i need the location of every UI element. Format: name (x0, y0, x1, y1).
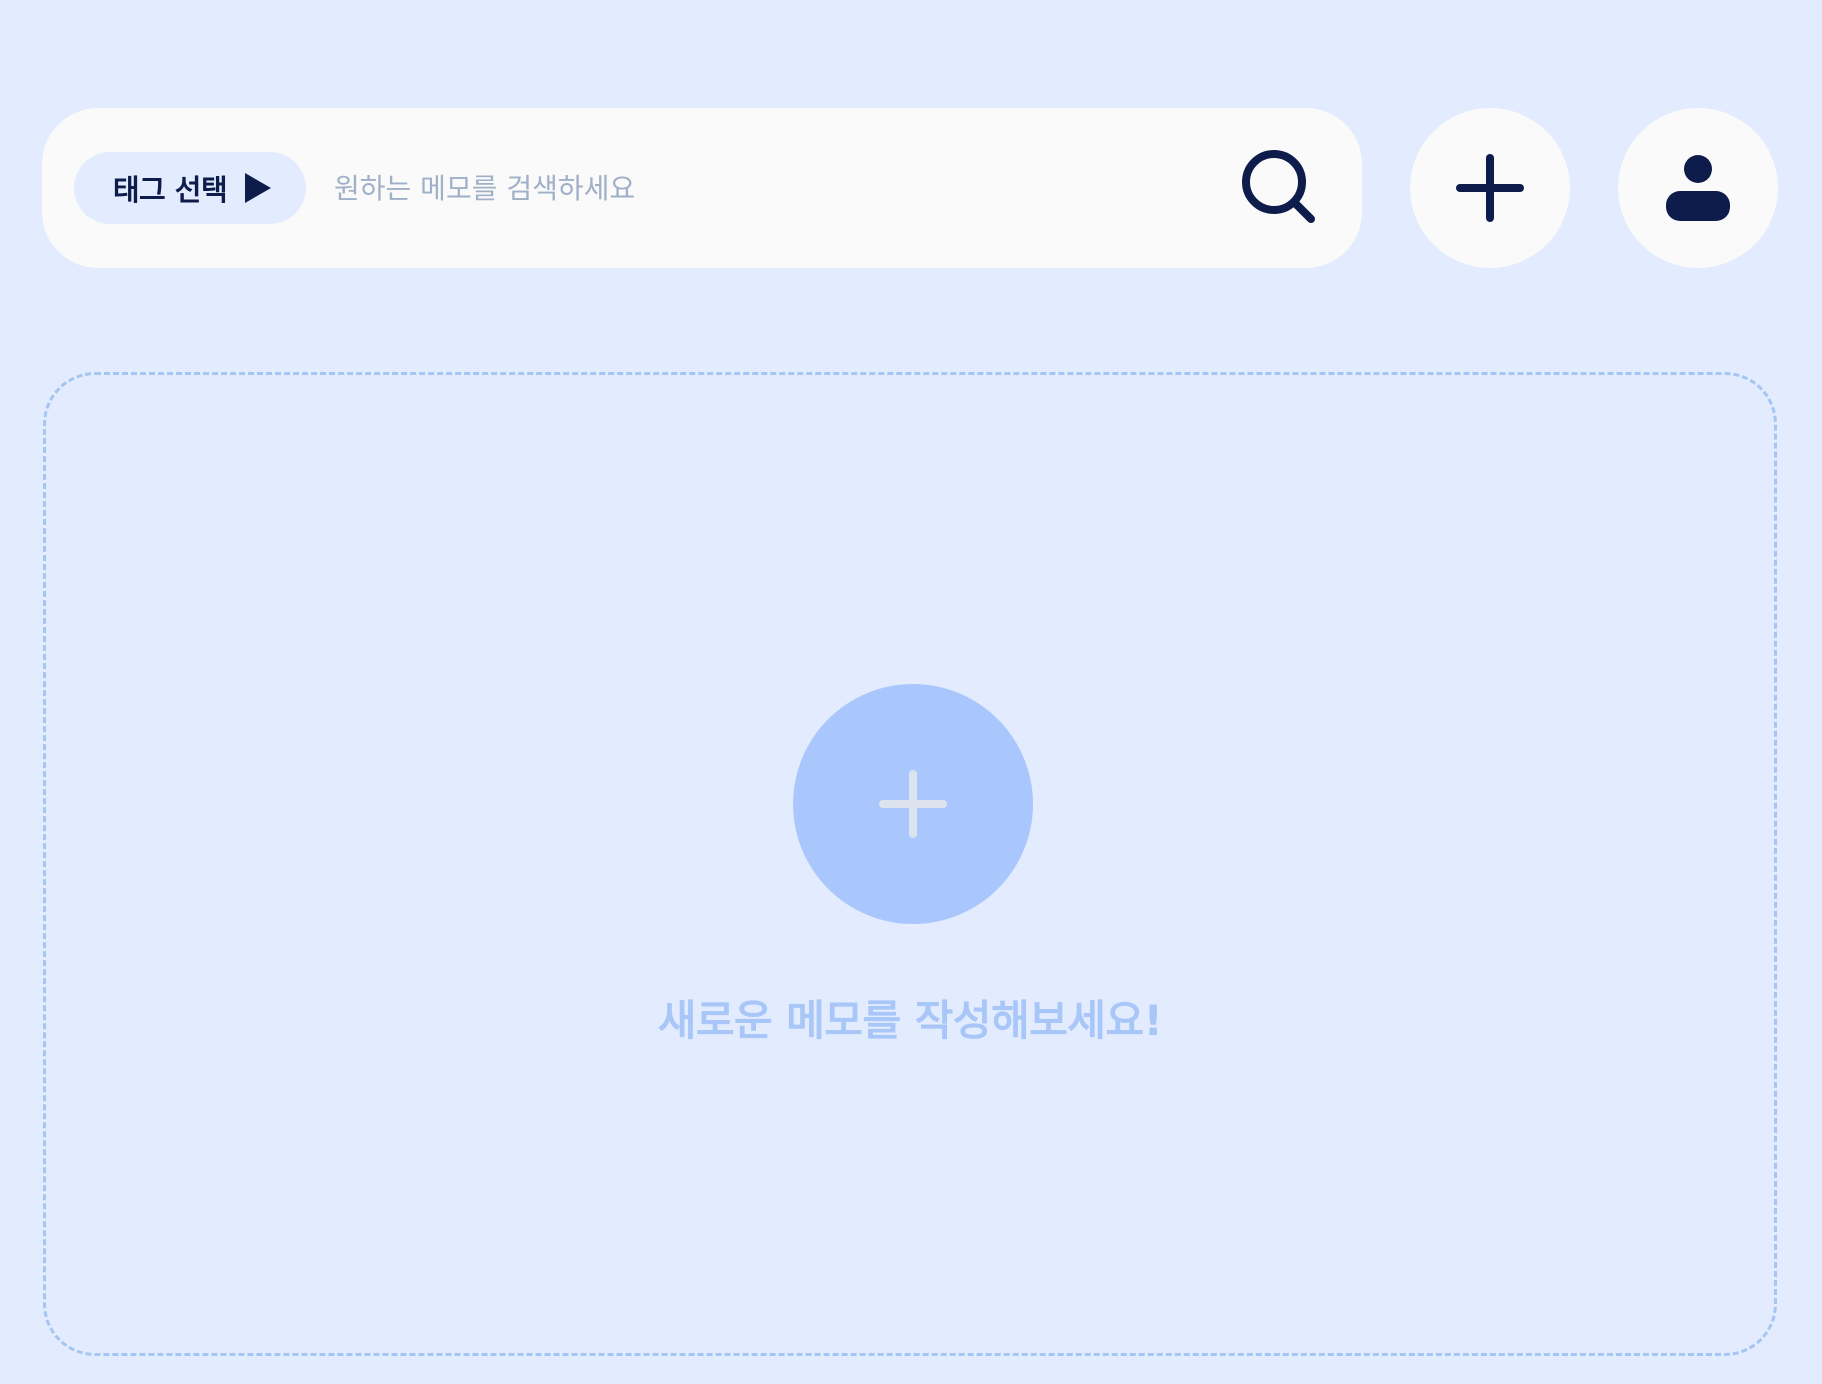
search-icon (1242, 150, 1315, 223)
empty-state-message: 새로운 메모를 작성해보세요! (657, 996, 1163, 1045)
empty-memo-area: 새로운 메모를 작성해보세요! (43, 372, 1777, 1356)
search-button[interactable] (1238, 146, 1328, 236)
memo-app-page: 태그 선택 새로운 메모를 작성해보세요! (0, 0, 1822, 1384)
plus-icon (1456, 154, 1524, 222)
profile-button[interactable] (1618, 108, 1778, 268)
tag-select-button[interactable]: 태그 선택 (74, 152, 306, 224)
new-memo-button[interactable] (793, 684, 1033, 924)
plus-icon (879, 770, 947, 838)
play-arrow-icon (245, 173, 272, 203)
add-memo-button[interactable] (1410, 108, 1570, 268)
user-icon (1666, 155, 1730, 221)
search-input[interactable] (328, 152, 1228, 224)
search-bar: 태그 선택 (42, 108, 1362, 268)
tag-select-label: 태그 선택 (112, 173, 228, 207)
